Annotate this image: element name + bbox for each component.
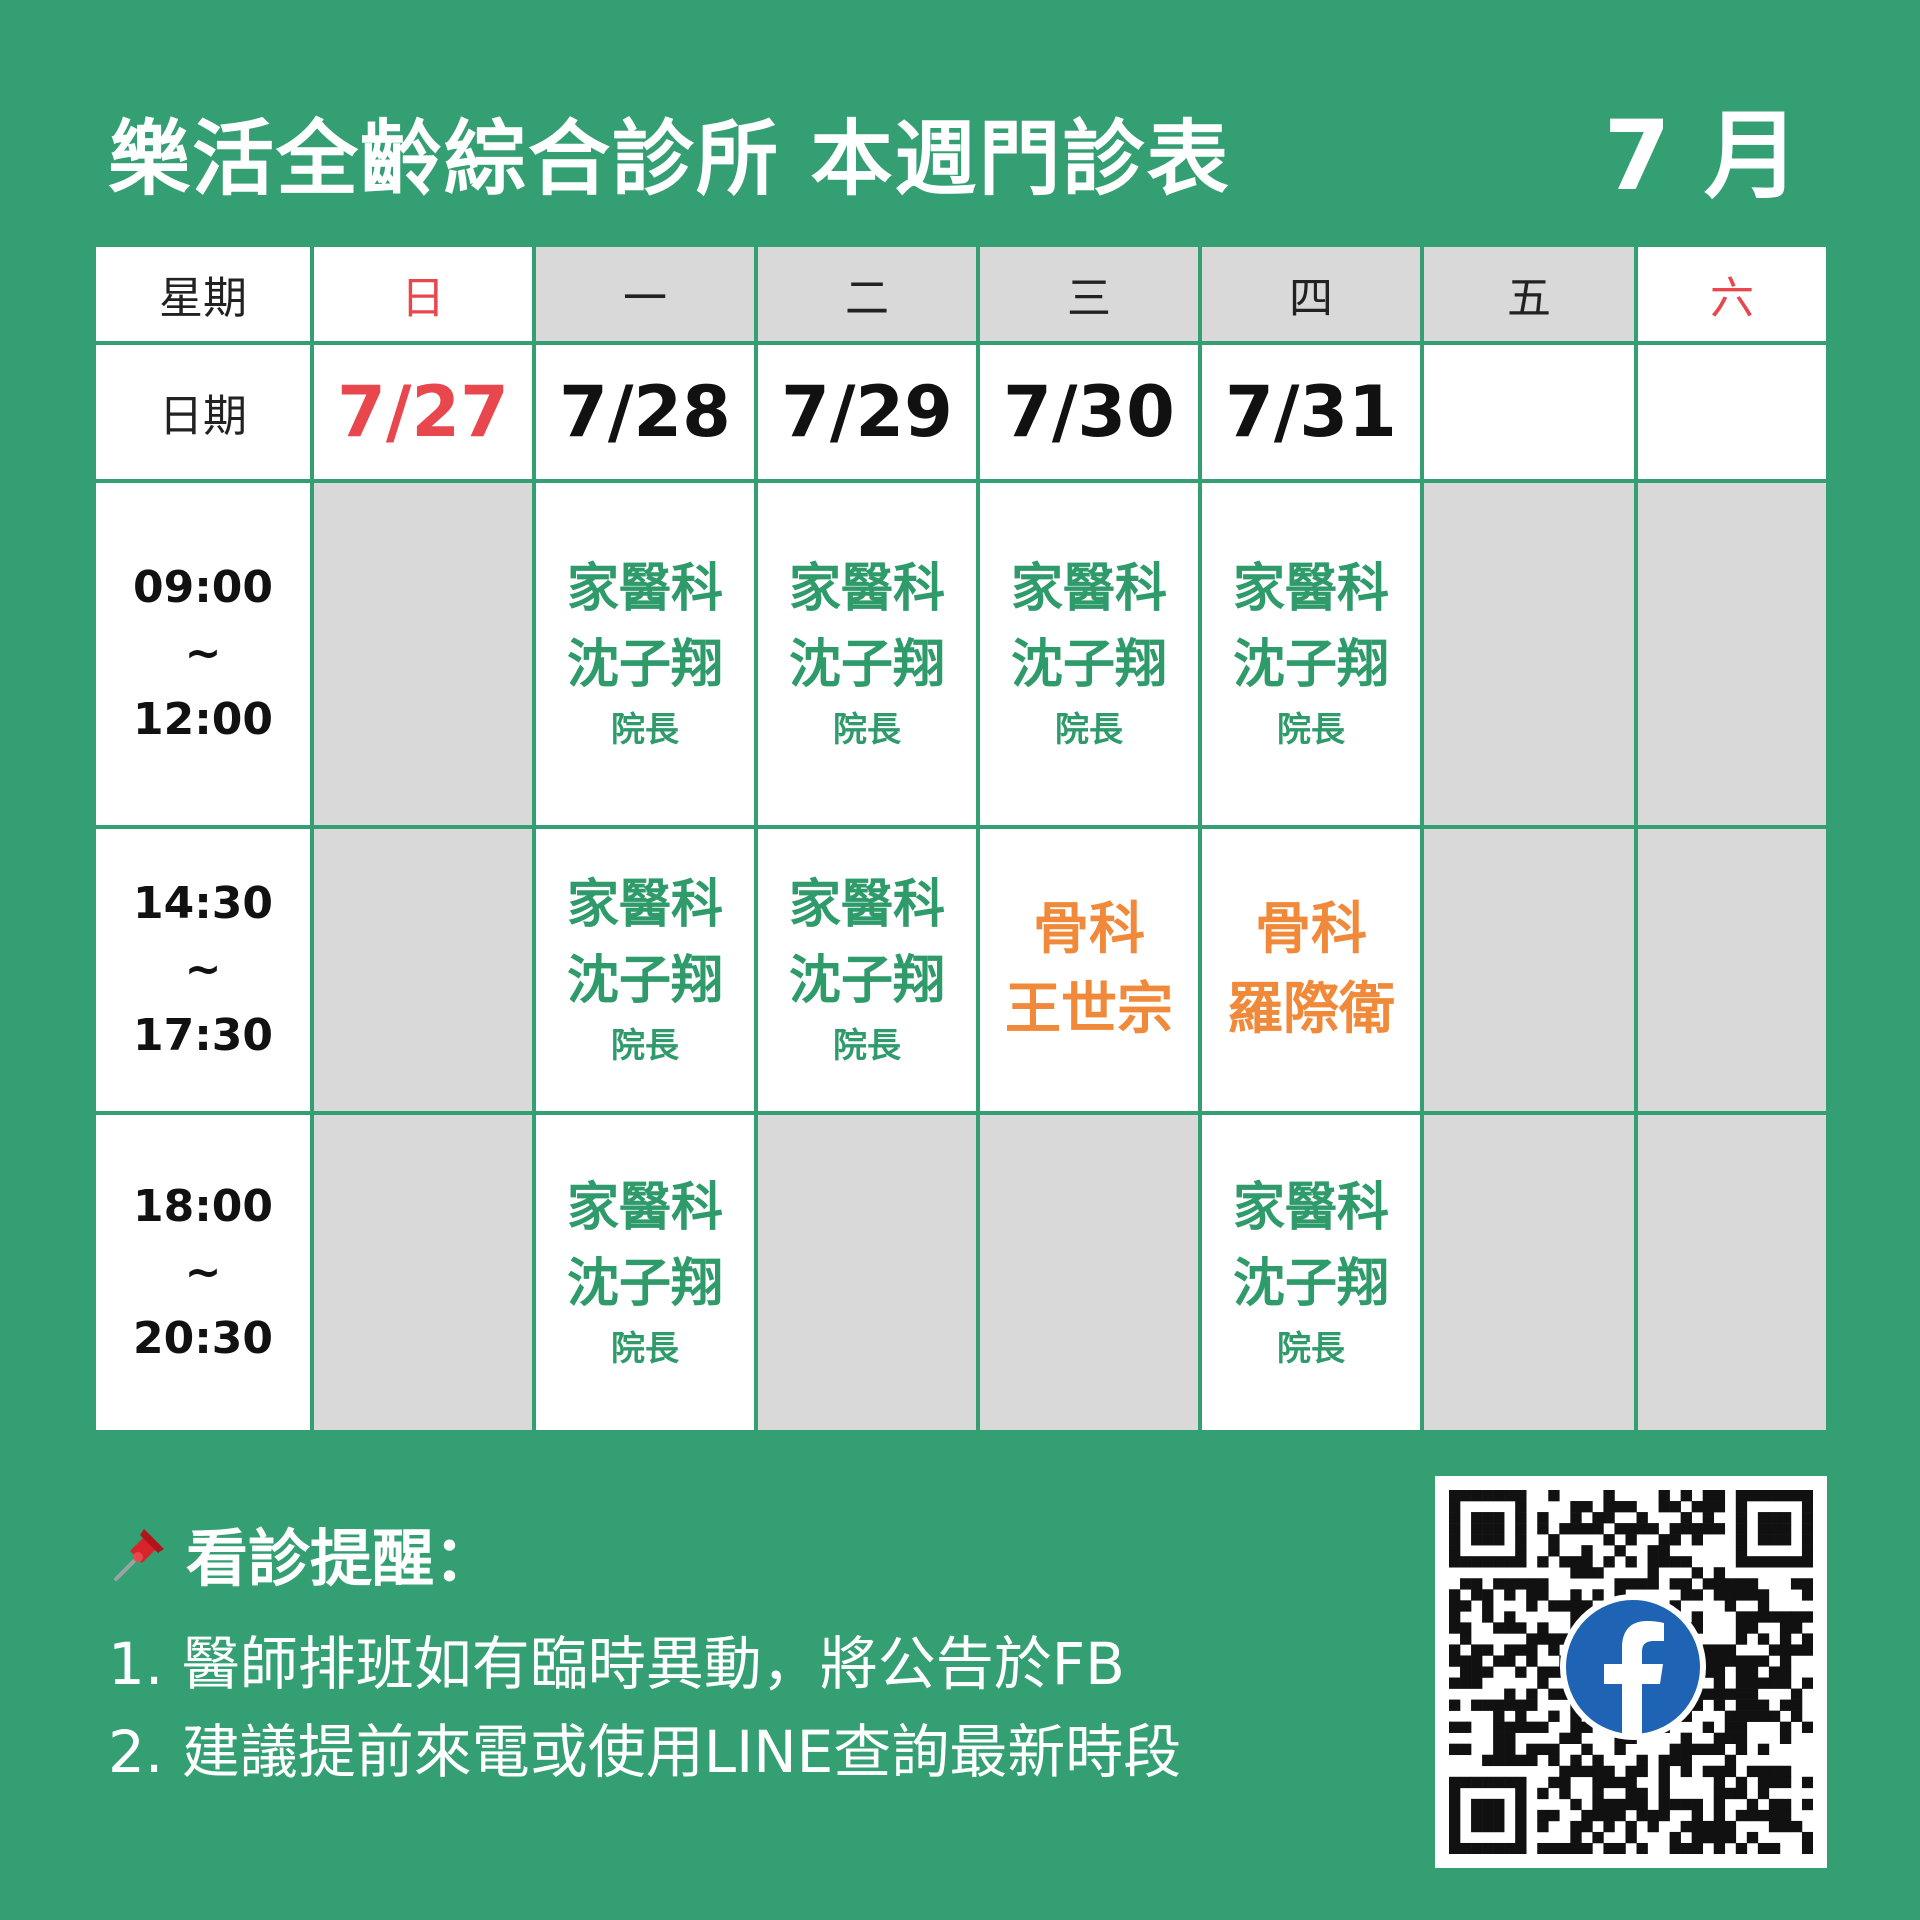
department-label: 家醫科 — [566, 1177, 723, 1238]
doctor-title: 院長 — [833, 710, 901, 750]
clinic-cell: 家醫科 沈子翔 院長 — [536, 1115, 754, 1430]
date-value: 7/31 — [1225, 371, 1397, 453]
closed-cell — [314, 829, 532, 1111]
time-sep: ~ — [184, 1246, 222, 1298]
weekday-fri: 五 — [1424, 247, 1634, 341]
department-label: 骨科 — [1255, 897, 1367, 962]
doctor-name: 沈子翔 — [788, 635, 945, 695]
clinic-cell: 家醫科 沈子翔 院長 — [536, 829, 754, 1111]
doctor-name: 沈子翔 — [1232, 635, 1389, 695]
doctor-title: 院長 — [833, 1026, 901, 1066]
doctor-title: 院長 — [611, 1026, 679, 1066]
department-label: 家醫科 — [1010, 559, 1167, 619]
date-cell: 7/28 — [536, 345, 754, 479]
date-value: 7/27 — [337, 371, 509, 453]
date-cell — [1638, 345, 1826, 479]
clinic-cell: 家醫科 沈子翔 院長 — [758, 829, 976, 1111]
weekday-row: 星期 日 一 二 三 四 五 六 — [96, 247, 1826, 341]
slot-row-evening: 18:00 ~20:30 家醫科 沈子翔 院長 家醫科 沈子翔 院長 — [96, 1115, 1826, 1430]
doctor-name: 沈子翔 — [788, 951, 945, 1011]
time-end: 12:00 — [132, 694, 274, 745]
date-row: 日期 7/27 7/28 7/29 7/30 7/31 — [96, 345, 1826, 479]
department-label: 家醫科 — [1232, 559, 1389, 619]
clinic-cell: 家醫科 沈子翔 院長 — [1202, 483, 1420, 825]
clinic-cell: 骨科 王世宗 — [980, 829, 1198, 1111]
notes-heading: 看診提醒： — [186, 1522, 497, 1595]
date-cell: 7/31 — [1202, 345, 1420, 479]
slot-row-morning: 09:00 ~12:00 家醫科 沈子翔 院長 家醫科 沈子翔 院長 家醫科 沈子翔 院長 家醫科 沈子… — [96, 483, 1826, 825]
time-sep: ~ — [184, 944, 222, 995]
date-cell: 7/30 — [980, 345, 1198, 479]
weekday-wed: 三 — [980, 247, 1198, 341]
doctor-title: 院長 — [611, 1328, 679, 1369]
weekday-mon: 一 — [536, 247, 754, 341]
doctor-title: 院長 — [1277, 1328, 1345, 1369]
time-sep: ~ — [184, 628, 222, 679]
closed-cell — [314, 483, 532, 825]
date-value: 7/30 — [1003, 371, 1175, 453]
department-label: 家醫科 — [788, 875, 945, 935]
date-value: 7/28 — [559, 371, 731, 453]
doctor-name: 羅際衛 — [1227, 977, 1395, 1042]
time-start: 14:30 — [132, 878, 274, 929]
schedule-table: 星期 日 一 二 三 四 五 六 日期 7/27 7/28 7/29 7/30 … — [92, 243, 1830, 1434]
closed-cell — [980, 1115, 1198, 1430]
time-start: 09:00 — [132, 562, 274, 613]
closed-cell — [758, 1115, 976, 1430]
note-item: 2. 建議提前來電或使用LINE查詢最新時段 — [108, 1718, 1182, 1786]
time-cell: 18:00 ~20:30 — [96, 1115, 310, 1430]
notes-heading-row: 看診提醒： — [108, 1508, 1181, 1598]
clinic-cell: 家醫科 沈子翔 院長 — [758, 483, 976, 825]
closed-cell — [1424, 483, 1634, 825]
date-cell: 7/29 — [758, 345, 976, 479]
time-end: 17:30 — [132, 1010, 274, 1061]
date-label: 日期 — [96, 345, 310, 479]
doctor-name: 沈子翔 — [566, 635, 723, 695]
date-cell — [1424, 345, 1634, 479]
department-label: 家醫科 — [566, 559, 723, 619]
date-value: 7/29 — [781, 371, 953, 453]
time-start: 18:00 — [132, 1180, 274, 1232]
weekday-label: 星期 — [96, 247, 310, 341]
clinic-cell: 家醫科 沈子翔 院長 — [536, 483, 754, 825]
department-label: 家醫科 — [1232, 1177, 1389, 1238]
doctor-name: 沈子翔 — [566, 951, 723, 1011]
time-cell: 14:30 ~17:30 — [96, 829, 310, 1111]
weekday-sun: 日 — [314, 247, 532, 341]
doctor-name: 沈子翔 — [1232, 1253, 1389, 1314]
department-label: 骨科 — [1033, 897, 1145, 962]
doctor-name: 沈子翔 — [566, 1253, 723, 1314]
facebook-icon — [1560, 1594, 1706, 1740]
doctor-title: 院長 — [611, 710, 679, 750]
page-title: 樂活全齡綜合診所 本週門診表 — [108, 112, 1231, 207]
closed-cell — [1638, 829, 1826, 1111]
closed-cell — [314, 1115, 532, 1430]
doctor-name: 王世宗 — [1005, 977, 1173, 1042]
date-cell: 7/27 — [314, 345, 532, 479]
clinic-cell: 家醫科 沈子翔 院長 — [1202, 1115, 1420, 1430]
note-item: 1. 醫師排班如有臨時異動，將公告於FB — [108, 1630, 1125, 1698]
department-label: 家醫科 — [788, 559, 945, 619]
weekday-tue: 二 — [758, 247, 976, 341]
qr-code[interactable] — [1435, 1476, 1827, 1868]
closed-cell — [1638, 1115, 1826, 1430]
notes-section: 看診提醒： 1. 醫師排班如有臨時異動，將公告於FB 2. 建議提前來電或使用L… — [108, 1508, 1181, 1796]
closed-cell — [1638, 483, 1826, 825]
weekday-sat: 六 — [1638, 247, 1826, 341]
clinic-cell: 家醫科 沈子翔 院長 — [980, 483, 1198, 825]
closed-cell — [1424, 829, 1634, 1111]
time-end: 20:30 — [132, 1312, 274, 1364]
closed-cell — [1424, 1115, 1634, 1430]
doctor-title: 院長 — [1055, 710, 1123, 750]
time-cell: 09:00 ~12:00 — [96, 483, 310, 825]
doctor-title: 院長 — [1277, 710, 1345, 750]
clinic-cell: 骨科 羅際衛 — [1202, 829, 1420, 1111]
department-label: 家醫科 — [566, 875, 723, 935]
pushpin-icon — [108, 1521, 172, 1585]
weekday-thu: 四 — [1202, 247, 1420, 341]
month-label: 7 月 — [1603, 100, 1800, 212]
doctor-name: 沈子翔 — [1010, 635, 1167, 695]
slot-row-afternoon: 14:30 ~17:30 家醫科 沈子翔 院長 家醫科 沈子翔 院長 骨科 王世宗 骨科 羅際衛 — [96, 829, 1826, 1111]
